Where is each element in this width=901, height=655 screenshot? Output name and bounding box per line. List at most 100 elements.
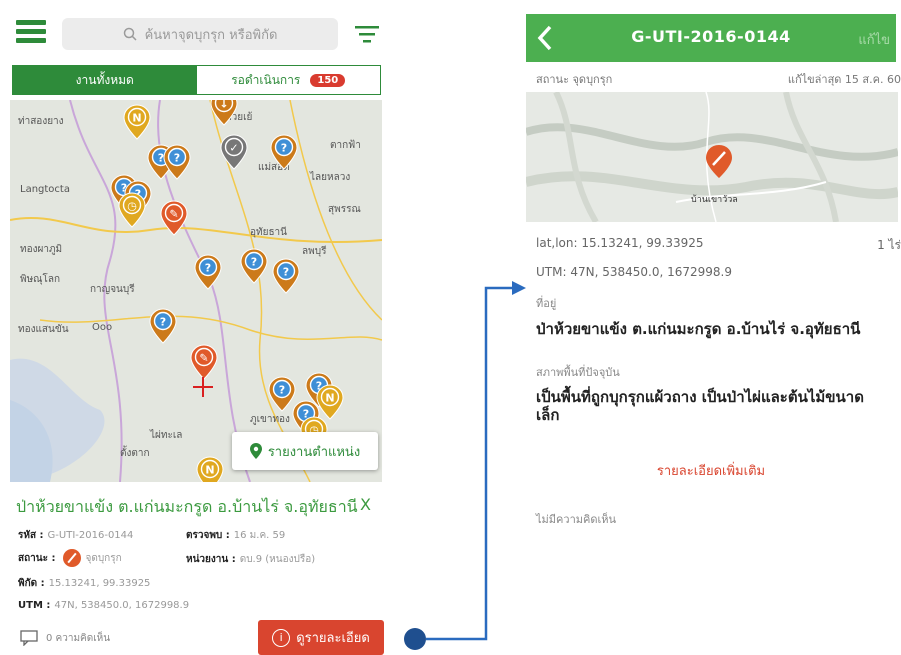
map-place-label: พิษณุโลก xyxy=(20,274,61,285)
svg-text:✓: ✓ xyxy=(229,142,238,155)
map-place-label: ตั้งตาก xyxy=(120,448,150,459)
filter-icon[interactable] xyxy=(355,24,379,44)
no-comments-text: ไม่มีความคิดเห็น xyxy=(536,513,617,526)
tab-pending-label: รอดำเนินการ xyxy=(231,72,301,87)
map-marker-icon[interactable]: N xyxy=(123,104,151,140)
map-place-label: ลพบุรี xyxy=(302,246,327,257)
svg-text:◷: ◷ xyxy=(127,200,137,213)
map-place-label: ภูเขาทอง xyxy=(250,414,290,425)
map-marker-icon[interactable]: ✓ xyxy=(220,134,248,170)
tab-all[interactable]: งานทั้งหมด xyxy=(13,66,197,94)
report-location-button[interactable]: รายงานตำแหน่ง xyxy=(232,432,378,470)
map-view[interactable]: ท่าสองยาง ห้วยเย้ ตากฟ้า แม่สอด Langtocta ไลย… xyxy=(10,100,382,482)
map-place-label: ทองแสนขัน xyxy=(18,324,69,335)
svg-text:N: N xyxy=(325,392,334,405)
svg-text:✎: ✎ xyxy=(169,208,178,221)
comment-count: 0 ความคิดเห็น xyxy=(46,632,111,644)
more-details-link[interactable]: รายละเอียดเพิ่มเติม xyxy=(526,460,896,481)
unit-row: หน่วยงาน : ดบ.9 (หนองปรือ) xyxy=(186,552,315,567)
search-input[interactable]: ค้นหาจุดบุกรุก หรือพิกัด xyxy=(62,18,338,50)
map-marker-icon[interactable]: ? xyxy=(270,134,298,170)
address-label: ที่อยู่ xyxy=(536,297,557,310)
view-details-label: ดูรายละเอียด xyxy=(296,631,370,646)
code-label: รหัส : xyxy=(18,530,44,541)
edit-button[interactable]: แก้ไข xyxy=(858,29,890,50)
pending-count-badge: 150 xyxy=(310,73,346,87)
latlon-text: lat,lon: 15.13241, 99.33925 xyxy=(536,236,704,250)
detail-screen: G-UTI-2016-0144 แก้ไข สถานะ จุดบุกรุก แก… xyxy=(526,0,901,655)
map-marker-icon[interactable]: N xyxy=(196,456,224,482)
unit-label: หน่วยงาน : xyxy=(186,554,236,565)
utm-value: 47N, 538450.0, 1672998.9 xyxy=(54,600,190,611)
svg-text:↓: ↓ xyxy=(219,100,228,111)
unit-value: ดบ.9 (หนองปรือ) xyxy=(239,554,316,565)
svg-text:?: ? xyxy=(205,262,211,275)
map-place-label: กาญจนบุรี xyxy=(90,284,135,295)
coord-label: พิกัด : xyxy=(18,578,45,589)
map-marker-icon[interactable]: ? xyxy=(163,144,191,180)
map-marker-icon[interactable]: ? xyxy=(194,254,222,290)
status-value: จุดบุกรุก xyxy=(85,553,122,564)
close-detail-button[interactable]: X xyxy=(360,495,371,514)
top-bar: ค้นหาจุดบุกรุก หรือพิกัด xyxy=(0,0,392,62)
map-marker-icon[interactable]: ◷ xyxy=(118,192,146,228)
found-row: ตรวจพบ :16 ม.ค. 59 xyxy=(186,528,285,543)
map-marker-icon[interactable]: ? xyxy=(149,308,177,344)
svg-text:?: ? xyxy=(279,384,285,397)
condition-value: เป็นพื้นที่ถูกบุกรุกแผ้วถาง เป็นป่าไผ่แล… xyxy=(536,388,864,424)
status-encroach-icon xyxy=(63,549,82,567)
status-label: สถานะ : xyxy=(18,553,56,564)
map-place-label: สุพรรณ xyxy=(328,204,361,215)
map-place-label: Langtocta xyxy=(20,184,70,195)
search-icon xyxy=(123,27,137,41)
map-place-label: ทองผาภูมิ xyxy=(20,244,63,255)
task-tabs: งานทั้งหมด รอดำเนินการ 150 xyxy=(12,65,381,95)
map-marker-icon[interactable]: ? xyxy=(240,248,268,284)
map-place-label: Ooo xyxy=(92,322,113,333)
svg-text:N: N xyxy=(132,112,141,125)
code-value: G-UTI-2016-0144 xyxy=(47,530,134,541)
location-minimap[interactable]: บ้านเขาวัวล xyxy=(526,92,898,222)
map-place-label: อุทัยธานี xyxy=(250,227,288,238)
last-updated: แก้ไขล่าสุด 15 ส.ค. 60 xyxy=(787,73,901,86)
svg-text:?: ? xyxy=(281,142,287,155)
report-location-label: รายงานตำแหน่ง xyxy=(267,444,361,460)
address-value: ป่าห้วยขาแข้ง ต.แก่นมะกรูด อ.บ้านไร่ จ.อ… xyxy=(536,320,861,338)
minimap-place-label: บ้านเขาวัวล xyxy=(691,195,738,205)
tab-pending[interactable]: รอดำเนินการ 150 xyxy=(197,66,381,94)
location-title: ป่าห้วยขาแข้ง ต.แก่นมะกรูด อ.บ้านไร่ จ.อ… xyxy=(16,497,358,516)
map-marker-icon[interactable]: N xyxy=(316,384,344,420)
view-details-button[interactable]: i ดูรายละเอียด xyxy=(258,620,384,655)
record-id-title: G-UTI-2016-0144 xyxy=(631,27,791,46)
list-map-screen: ค้นหาจุดบุกรุก หรือพิกัด งานทั้งหมด รอดำ… xyxy=(0,0,392,655)
menu-icon[interactable] xyxy=(16,20,46,44)
condition-label: สภาพพื้นที่ปัจจุบัน xyxy=(536,366,620,379)
status-row: สถานะ : จุดบุกรุก xyxy=(18,549,122,567)
map-place-label: ไลยหลวง xyxy=(310,172,351,183)
area-text: 1 ไร่ xyxy=(877,238,901,252)
map-marker-icon[interactable]: ? xyxy=(272,258,300,294)
svg-text:✎: ✎ xyxy=(199,352,208,365)
map-place-label: ไผ่ทะเล xyxy=(150,430,183,441)
found-label: ตรวจพบ : xyxy=(186,530,230,541)
flow-connector-arrow xyxy=(404,281,526,650)
code-row: รหัส : G-UTI-2016-0144 xyxy=(18,528,133,543)
coord-row: พิกัด :15.13241, 99.33925 xyxy=(18,576,150,591)
tab-all-label: งานทั้งหมด xyxy=(75,72,134,87)
comments-link[interactable]: 0 ความคิดเห็น xyxy=(20,630,110,646)
svg-text:?: ? xyxy=(283,266,289,279)
svg-text:N: N xyxy=(205,464,214,477)
map-marker-icon[interactable]: ✎ xyxy=(160,200,188,236)
search-placeholder: ค้นหาจุดบุกรุก หรือพิกัด xyxy=(144,27,278,43)
detail-header: G-UTI-2016-0144 แก้ไข xyxy=(526,14,896,62)
utm-row: UTM :47N, 538450.0, 1672998.9 xyxy=(18,600,189,611)
svg-text:?: ? xyxy=(174,152,180,165)
map-marker-icon[interactable]: ↓ xyxy=(210,100,238,126)
svg-text:?: ? xyxy=(251,256,257,269)
found-value: 16 ม.ค. 59 xyxy=(233,530,286,541)
utm-text: UTM: 47N, 538450.0, 1672998.9 xyxy=(536,265,732,279)
map-marker-icon[interactable]: ✎ xyxy=(190,344,218,380)
map-place-label: ตากฟ้า xyxy=(330,140,361,151)
location-pin-icon xyxy=(249,443,262,459)
coord-value: 15.13241, 99.33925 xyxy=(48,578,151,589)
